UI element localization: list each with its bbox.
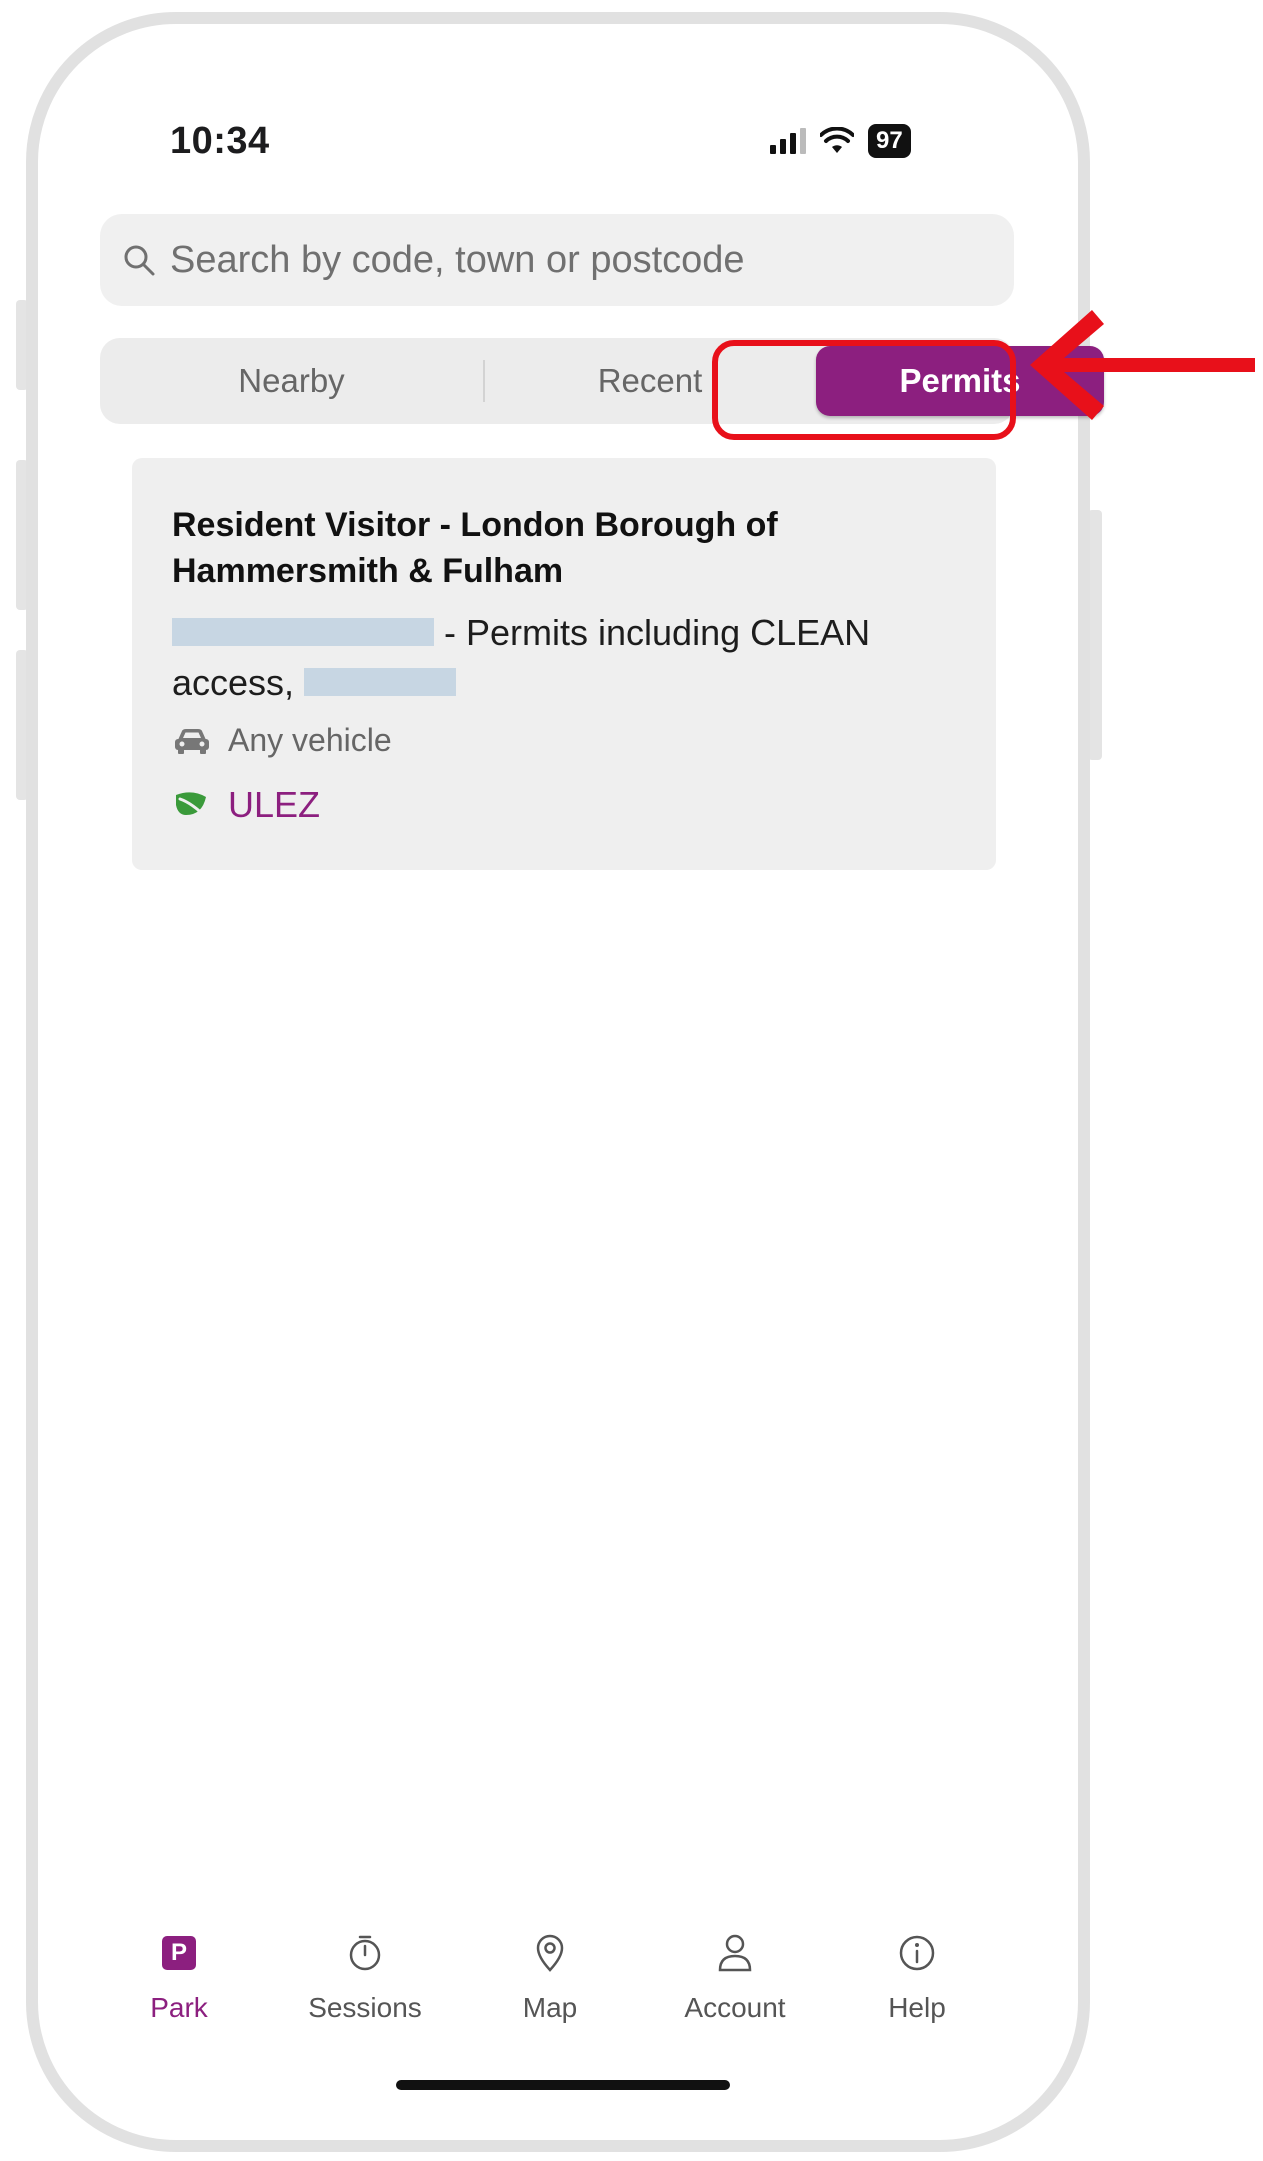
search-placeholder: Search by code, town or postcode (170, 238, 745, 281)
redacted-permit-code (172, 618, 434, 647)
info-icon (899, 1935, 935, 1971)
zone-row: ULEZ (172, 784, 320, 826)
tab-nearby-label: Nearby (238, 362, 345, 399)
wifi-icon (820, 127, 854, 153)
tabbar-label-sessions: Sessions (308, 1992, 422, 2023)
tabbar-item-account[interactable]: Account (650, 1930, 820, 2024)
tabbar-item-sessions[interactable]: Sessions (280, 1930, 450, 2024)
highlight-box (712, 340, 1016, 440)
device-power-button (1088, 510, 1102, 760)
tabbar-item-park[interactable]: P Park (94, 1930, 264, 2024)
permit-card[interactable]: Resident Visitor - London Borough of Ham… (132, 458, 996, 870)
search-input[interactable]: Search by code, town or postcode (100, 214, 1014, 306)
tab-recent-label: Recent (597, 362, 703, 399)
permit-description-line2: access, (172, 662, 295, 703)
tabbar-item-map[interactable]: Map (465, 1930, 635, 2024)
car-icon (175, 728, 209, 754)
stopwatch-icon (349, 1935, 381, 1971)
tabbar-label-account: Account (684, 1992, 786, 2023)
permit-description: - Permits including CLEAN access, (172, 608, 962, 708)
redacted-zone-code (304, 668, 457, 697)
phone-frame (26, 12, 1090, 2152)
battery-level: 97 (868, 124, 911, 158)
tab-nearby[interactable]: Nearby (100, 338, 483, 424)
signal-icon (770, 128, 806, 154)
vehicle-label: Any vehicle (228, 722, 392, 758)
search-icon (124, 245, 155, 276)
park-icon: P (162, 1936, 196, 1970)
tabbar-label-map: Map (522, 1992, 578, 2023)
leaf-icon (176, 792, 210, 821)
status-time: 10:34 (170, 120, 270, 162)
zone-label: ULEZ (228, 784, 321, 825)
permit-description-text: - Permits including CLEAN (444, 612, 871, 653)
bottom-tab-bar: P Park Sessions Map Account Help (120, 1930, 1000, 2030)
status-icons: 97 (770, 118, 911, 164)
permit-title: Resident Visitor - London Borough of Ham… (172, 506, 778, 590)
map-pin-icon (536, 1934, 564, 1972)
tabbar-item-help[interactable]: Help (832, 1930, 1002, 2024)
home-indicator[interactable] (396, 2080, 730, 2090)
arrow-left-icon (1030, 310, 1255, 420)
tabbar-label-help: Help (888, 1992, 946, 2023)
user-icon (718, 1934, 752, 1972)
tabbar-label-park: Park (150, 1992, 208, 2023)
vehicle-row: Any vehicle (172, 722, 392, 759)
